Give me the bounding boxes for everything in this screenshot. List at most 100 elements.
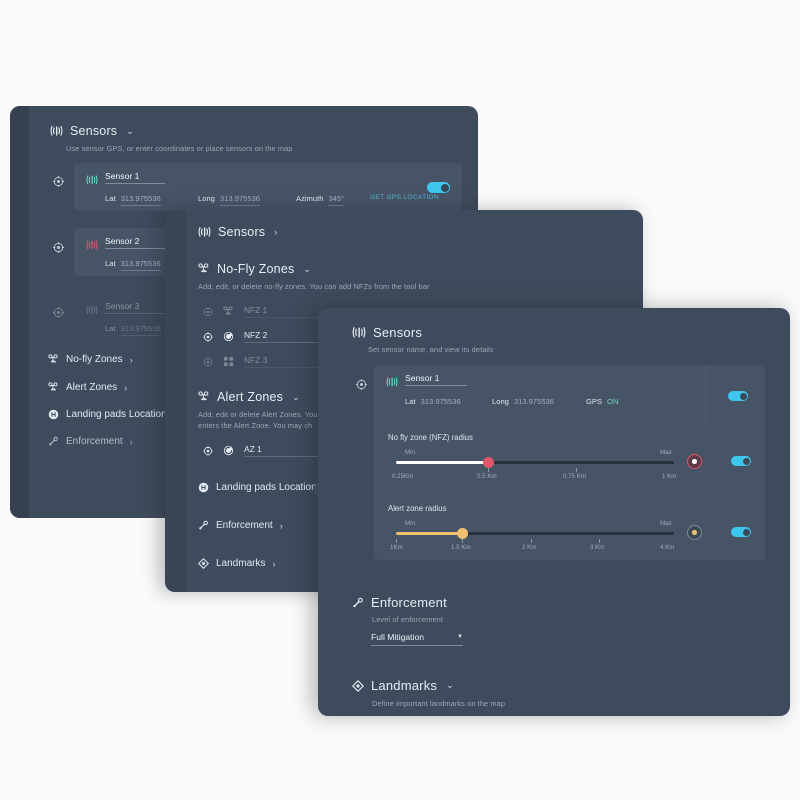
nfz-section-header[interactable]: No-Fly Zones ⌄	[198, 262, 311, 276]
drone-zone-icon	[198, 263, 210, 275]
nav-label: Alert Zones	[66, 382, 118, 393]
alert-slider-max-label: Max	[660, 520, 672, 527]
nfz-tick-3	[576, 468, 577, 472]
nfz-slider-enable-toggle[interactable]	[731, 456, 751, 466]
sensor-1-name-input[interactable]: Sensor 1	[105, 171, 165, 184]
nav-item-enforcement[interactable]: Enforcement ›	[198, 520, 283, 531]
nav-label: No-fly Zones	[66, 354, 123, 365]
panel-left-rail	[165, 210, 187, 592]
sensor-name-input[interactable]: Sensor 1	[405, 373, 467, 386]
alert-tick-label-5: 4 Km	[660, 544, 675, 551]
sensor-2-lat-value[interactable]: 313.975536	[120, 259, 161, 271]
sensors-link-label: Sensors	[218, 225, 266, 239]
az-1-visibility-toggle[interactable]	[203, 445, 213, 456]
nfz-slider-title: No fly zone (NFZ) radius	[388, 433, 473, 442]
sensor-long-value[interactable]: 313.975536	[514, 397, 554, 406]
nav-item-landing-pads[interactable]: Landing pads Location	[48, 409, 167, 420]
chevron-down-icon[interactable]: ⌄	[292, 392, 300, 403]
enforcement-level-select[interactable]: Full Mitigation ▼	[371, 632, 463, 646]
nfz-1-visibility-toggle[interactable]	[203, 307, 213, 317]
alert-slider-thumb[interactable]	[457, 528, 468, 539]
nfz-slider-fill	[396, 461, 488, 464]
enforcement-title: Enforcement	[371, 595, 447, 610]
drone-zone-icon	[198, 391, 210, 403]
sensor-1-long-value[interactable]: 313.975536	[219, 194, 261, 206]
nav-item-alert-zones[interactable]: Alert Zones ›	[48, 382, 127, 393]
helipad-icon	[48, 409, 59, 420]
indicator-dot	[692, 530, 697, 535]
alert-zones-section-header[interactable]: Alert Zones ⌄	[198, 390, 300, 404]
nfz-2-visibility-toggle[interactable]	[203, 331, 213, 342]
enforcement-icon	[198, 520, 209, 531]
sensor-lat-value[interactable]: 313.975536	[421, 397, 461, 406]
antenna-icon	[198, 226, 211, 238]
sensor-1-azimuth-group: Azimuth 345°	[296, 194, 345, 206]
chevron-down-icon[interactable]: ⌄	[303, 264, 311, 275]
chevron-down-icon[interactable]: ⌄	[446, 680, 454, 691]
enforcement-selected-value: Full Mitigation	[371, 632, 425, 642]
alert-radius-slider-block: Alert zone radius Min Max 1Km 1.5 Km 2 K…	[374, 496, 765, 560]
sensor-1-enable-toggle[interactable]	[427, 182, 450, 193]
nfz-tick-label-3: 0.75 Km	[563, 473, 587, 480]
nav-item-landing-pads[interactable]: Landing pads Location	[198, 482, 317, 493]
nfz-3-visibility-toggle[interactable]	[203, 357, 213, 367]
alert-tick-label-3: 2 Km	[522, 544, 537, 551]
sensor-3-visibility-toggle[interactable]	[50, 304, 67, 321]
sensor-3-name-input[interactable]: Sensor 3	[105, 301, 165, 314]
sensor-2-lat-group: Lat 313.975536	[105, 259, 161, 271]
nav-item-landmarks[interactable]: Landmarks ›	[198, 558, 275, 569]
sensors-link-header[interactable]: Sensors ›	[198, 225, 277, 239]
sensors-subtitle: Use sensor GPS, or enter coordinates or …	[66, 144, 293, 153]
antenna-icon	[352, 326, 366, 339]
nav-label: Landing pads Location	[216, 482, 317, 493]
chevron-down-icon[interactable]: ⌄	[126, 126, 134, 137]
nav-item-no-fly-zones[interactable]: No-fly Zones ›	[48, 354, 133, 365]
lat-label: Lat	[105, 259, 116, 268]
antenna-icon	[50, 125, 63, 137]
sensor-1-lat-group: Lat 313.975536	[105, 194, 161, 206]
sensors-title: Sensors	[70, 124, 118, 138]
sensors-title: Sensors	[373, 325, 423, 340]
sensor-1-card[interactable]: Sensor 1 Lat 313.975536 Long 313.975536 …	[74, 163, 462, 211]
sensor-long-group: Long 313.975536	[492, 397, 554, 406]
alert-tick-label-1: 1Km	[390, 544, 403, 551]
sensor-2-visibility-toggle[interactable]	[50, 239, 67, 256]
circle-arrow-icon	[223, 445, 234, 456]
sensor-visibility-toggle[interactable]	[353, 376, 369, 392]
nav-item-enforcement[interactable]: Enforcement ›	[48, 436, 133, 447]
drone-zone-icon	[48, 382, 59, 393]
alert-tick-label-2: 1.5 Km	[451, 544, 471, 551]
sensor-details-header: Sensors	[352, 325, 422, 340]
nav-label: Landing pads Location	[66, 409, 167, 420]
alert-tick-1	[396, 539, 397, 543]
chevron-right-icon: ›	[272, 558, 276, 569]
sensor-2-name-input[interactable]: Sensor 2	[105, 236, 165, 249]
alert-tick-4	[599, 539, 600, 543]
sensors-section-header[interactable]: Sensors ⌄	[50, 124, 134, 138]
get-gps-location-button[interactable]: GET GPS LOCATION	[370, 194, 439, 201]
sensor-1-lat-value[interactable]: 313.975536	[120, 194, 161, 206]
antenna-icon	[86, 304, 98, 316]
sensor-1-visibility-toggle[interactable]	[50, 173, 67, 190]
helipad-icon	[198, 482, 209, 493]
alert-slider-enable-toggle[interactable]	[731, 527, 751, 537]
card-divider	[705, 365, 706, 425]
landmarks-section-header[interactable]: Landmarks ⌄	[352, 678, 454, 693]
nfz-tick-label-4: 1 Km	[662, 473, 677, 480]
sensor-1-long-group: Long 313.975536	[198, 194, 261, 206]
landmark-icon	[352, 679, 364, 692]
sensor-enable-toggle[interactable]	[728, 391, 748, 401]
sensor-detail-card: Sensor 1 Lat 313.975536 Long 313.975536 …	[374, 365, 765, 560]
sensor-3-lat-value[interactable]: 313.975536	[120, 324, 161, 336]
toggle-knob	[742, 457, 750, 465]
nfz-slider-max-label: Max	[660, 449, 672, 456]
alert-tick-label-4: 3 Km	[590, 544, 605, 551]
azimuth-label: Azimuth	[296, 194, 324, 203]
sensor-lat-group: Lat 313.975536	[405, 397, 461, 406]
gps-label: GPS	[586, 397, 603, 406]
long-label: Long	[198, 194, 215, 203]
nfz-title: No-Fly Zones	[217, 262, 295, 276]
sensor-1-azimuth-value[interactable]: 345°	[328, 194, 345, 206]
nav-label: Enforcement	[66, 436, 123, 447]
nfz-slider-thumb[interactable]	[483, 457, 494, 468]
